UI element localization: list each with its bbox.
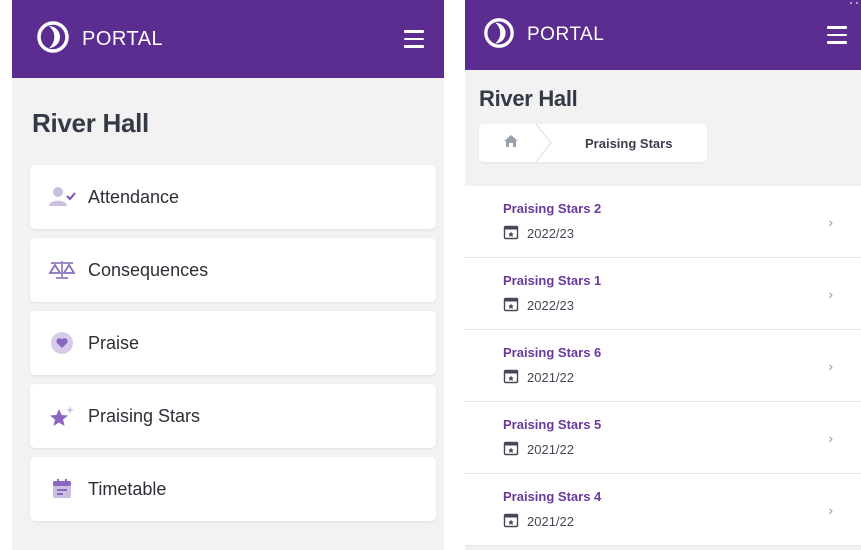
record-year: 2021/22 [527, 513, 574, 529]
chevron-right-icon: › [828, 357, 833, 374]
calendar-star-icon [503, 440, 519, 459]
chevron-right-icon: › [828, 213, 833, 230]
list-item[interactable]: Praising Stars 6 2021/22 › [465, 330, 861, 402]
menu-item-label: Praise [88, 332, 140, 353]
breadcrumb-separator [535, 124, 552, 162]
hamburger-icon[interactable] [827, 26, 847, 44]
list-item[interactable]: Praising Stars 2 2022/23 › [465, 186, 861, 258]
praising-stars-list: Praising Stars 2 2022/23 › Praising Star… [465, 186, 861, 546]
list-item[interactable]: Praising Stars 5 2021/22 › [465, 402, 861, 474]
praising-stars-screen: PORTAL River Hall Praising Stars Praisin… [465, 0, 861, 550]
attendance-icon [48, 185, 76, 209]
list-item[interactable]: Praising Stars 4 2021/22 › [465, 474, 861, 546]
list-item[interactable]: Praising Stars 1 2022/23 › [465, 258, 861, 330]
hamburger-icon[interactable] [404, 30, 424, 48]
menu-item-timetable[interactable]: Timetable [30, 457, 436, 521]
breadcrumb-current: Praising Stars [585, 135, 673, 151]
calendar-star-icon [503, 368, 519, 387]
menu-item-consequences[interactable]: Consequences [30, 238, 436, 302]
top-bar: PORTAL [465, 0, 861, 70]
brand[interactable]: PORTAL [483, 17, 604, 54]
scales-icon [48, 258, 76, 282]
home-icon [503, 134, 519, 153]
calendar-star-icon [503, 296, 519, 315]
menu-item-praise[interactable]: Praise [30, 311, 436, 375]
menu-item-label: Praising Stars [88, 405, 201, 426]
record-title: Praising Stars 4 [503, 488, 602, 504]
home-screen: PORTAL River Hall Attendance Consequence… [12, 0, 444, 550]
menu-item-label: Attendance [88, 186, 180, 207]
menu-list: Attendance Consequences Praise Praising … [30, 165, 436, 521]
top-bar: PORTAL [12, 0, 444, 78]
page-title: River Hall [32, 108, 149, 138]
record-title: Praising Stars 6 [503, 344, 602, 360]
star-icon [48, 404, 76, 428]
chevron-right-icon: › [828, 429, 833, 446]
record-title: Praising Stars 5 [503, 416, 602, 432]
menu-item-praising-stars[interactable]: Praising Stars [30, 384, 436, 448]
calendar-icon [48, 477, 76, 501]
breadcrumb: Praising Stars [479, 124, 707, 162]
calendar-star-icon [503, 224, 519, 243]
record-year: 2022/23 [527, 225, 574, 241]
page-title: River Hall [479, 86, 578, 111]
breadcrumb-home[interactable] [479, 124, 543, 162]
menu-item-label: Consequences [88, 259, 209, 280]
brand[interactable]: PORTAL [36, 20, 163, 59]
heart-icon [48, 331, 76, 355]
calendar-star-icon [503, 512, 519, 531]
record-year: 2021/22 [527, 369, 574, 385]
record-title: Praising Stars 2 [503, 200, 602, 216]
brand-name: PORTAL [82, 27, 164, 50]
brand-name: PORTAL [527, 24, 605, 45]
chevron-right-icon: › [828, 285, 833, 302]
portal-logo-icon [36, 20, 70, 59]
menu-item-label: Timetable [88, 478, 167, 499]
record-title: Praising Stars 1 [503, 272, 602, 288]
menu-item-attendance[interactable]: Attendance [30, 165, 436, 229]
record-year: 2022/23 [527, 297, 574, 313]
chevron-right-icon: › [828, 501, 833, 518]
portal-logo-icon [483, 17, 515, 54]
record-year: 2021/22 [527, 441, 574, 457]
scroll-indicator [850, 2, 858, 4]
